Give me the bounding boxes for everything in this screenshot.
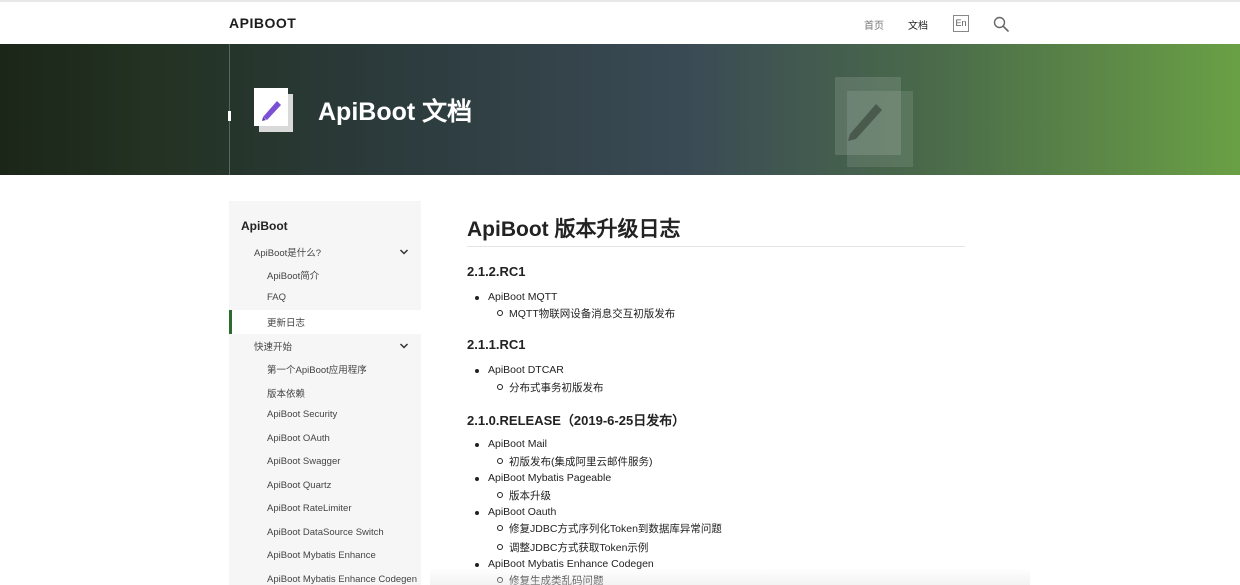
banner-title: ApiBoot 文档 bbox=[318, 98, 473, 126]
sidebar-item-first-app[interactable]: 第一个ApiBoot应用程序 bbox=[267, 362, 367, 376]
list-item: ApiBoot DTCAR bbox=[475, 364, 564, 376]
sidebar-item-quartz[interactable]: ApiBoot Quartz bbox=[267, 480, 331, 491]
sub-list-item: 初版发布(集成阿里云邮件服务) bbox=[497, 456, 653, 468]
chevron-down-icon[interactable] bbox=[399, 247, 409, 257]
list-item: ApiBoot MQTT bbox=[474, 291, 558, 303]
title-divider bbox=[467, 246, 965, 247]
search-icon[interactable] bbox=[993, 16, 1009, 32]
top-navbar: APIBOOT 首页 文档 En bbox=[0, 0, 1240, 44]
docs-sidebar: ApiBoot ApiBoot是什么? ApiBoot简介 FAQ 更新日志 快… bbox=[229, 201, 421, 585]
sidebar-item-mybatis-enhance[interactable]: ApiBoot Mybatis Enhance bbox=[267, 550, 376, 561]
sidebar-item-security[interactable]: ApiBoot Security bbox=[267, 409, 337, 420]
sidebar-active-highlight bbox=[229, 310, 421, 334]
chevron-down-icon[interactable] bbox=[399, 341, 409, 351]
section-heading: 2.1.1.RC1 bbox=[467, 337, 526, 352]
sidebar-active-indicator bbox=[229, 310, 232, 334]
sidebar-item-versions[interactable]: 版本依赖 bbox=[267, 386, 305, 400]
list-item: ApiBoot Oauth bbox=[474, 506, 557, 518]
document-edit-icon bbox=[254, 88, 293, 132]
sub-list-item: 调整JDBC方式获取Token示例 bbox=[496, 542, 649, 554]
sub-list-item: 版本升级 bbox=[497, 490, 551, 502]
sidebar-item-ratelimiter[interactable]: ApiBoot RateLimiter bbox=[267, 503, 351, 514]
sidebar-group-quickstart[interactable]: 快速开始 bbox=[254, 339, 292, 353]
list-item: ApiBoot Mybatis Enhance Codegen bbox=[475, 558, 654, 570]
banner-marker bbox=[228, 111, 231, 121]
nav-link-docs[interactable]: 文档 bbox=[908, 17, 928, 32]
sub-list-item: 修复JDBC方式序列化Token到数据库异常问题 bbox=[497, 523, 722, 535]
sidebar-item-faq[interactable]: FAQ bbox=[267, 292, 286, 303]
page-title: ApiBoot 版本升级日志 bbox=[467, 218, 681, 241]
sub-list-item: 修复生成类乱码问题 bbox=[497, 573, 604, 585]
site-logo[interactable]: APIBOOT bbox=[229, 15, 296, 31]
section-heading: 2.1.0.RELEASE（2019-6-25日发布） bbox=[467, 413, 686, 428]
decorative-edit-icon bbox=[835, 77, 913, 167]
section-heading: 2.1.2.RC1 bbox=[467, 264, 526, 279]
banner-divider bbox=[229, 44, 230, 175]
sub-list-item: MQTT物联网设备消息交互初版发布 bbox=[496, 308, 676, 320]
sidebar-title[interactable]: ApiBoot bbox=[241, 219, 288, 233]
page-banner: ApiBoot 文档 bbox=[0, 44, 1240, 175]
sidebar-item-mybatis-codegen[interactable]: ApiBoot Mybatis Enhance Codegen bbox=[267, 574, 417, 585]
nav-link-home[interactable]: 首页 bbox=[864, 17, 884, 32]
sub-list-item: 分布式事务初版发布 bbox=[497, 382, 604, 394]
sidebar-item-oauth[interactable]: ApiBoot OAuth bbox=[267, 433, 330, 444]
list-item: ApiBoot Mail bbox=[475, 438, 547, 450]
sidebar-item-swagger[interactable]: ApiBoot Swagger bbox=[267, 456, 340, 467]
list-item: ApiBoot Mybatis Pageable bbox=[474, 472, 612, 484]
sidebar-item-intro[interactable]: ApiBoot简介 bbox=[267, 268, 319, 282]
sidebar-item-changelog[interactable]: 更新日志 bbox=[267, 315, 305, 329]
sidebar-item-datasource-switch[interactable]: ApiBoot DataSource Switch bbox=[267, 527, 384, 538]
sidebar-group-what-is[interactable]: ApiBoot是什么? bbox=[254, 245, 321, 259]
language-switch-button[interactable]: En bbox=[953, 15, 969, 32]
